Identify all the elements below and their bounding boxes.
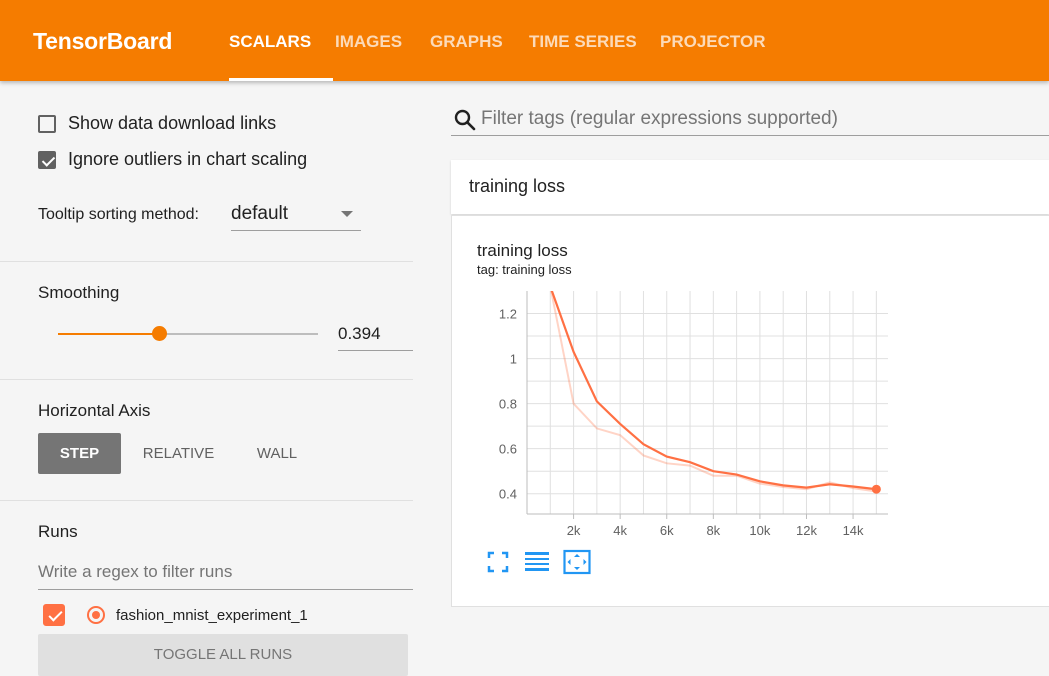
top-app-bar: TensorBoard SCALARS IMAGES GRAPHS TIME S… bbox=[0, 0, 1049, 81]
axis-wall-button[interactable]: WALL bbox=[243, 433, 311, 474]
y-tick-label: 1 bbox=[510, 352, 517, 367]
axis-step-button[interactable]: STEP bbox=[38, 433, 121, 474]
checkbox-unchecked-icon[interactable] bbox=[38, 114, 56, 133]
run-color-radio-icon[interactable] bbox=[87, 606, 105, 624]
checkbox-checked-icon[interactable] bbox=[38, 150, 56, 169]
chart-tag: tag: training loss bbox=[477, 262, 572, 277]
scalar-chart[interactable]: 0.4 0.6 0.8 1 1.2 2k 4k 6k 8k 10k 12k 14k bbox=[470, 285, 895, 545]
runs-title: Runs bbox=[38, 522, 78, 541]
category-header[interactable]: training loss bbox=[451, 160, 1049, 214]
run-checkbox-checked-icon[interactable] bbox=[43, 604, 65, 626]
axis-relative-button[interactable]: RELATIVE bbox=[133, 433, 224, 474]
data-table-icon[interactable] bbox=[523, 548, 551, 576]
horizontal-axis-title: Horizontal Axis bbox=[38, 401, 151, 420]
y-tick-label: 0.4 bbox=[499, 487, 517, 502]
tooltip-sorting-label: Tooltip sorting method: bbox=[38, 206, 199, 223]
show-download-links-checkbox[interactable]: Show data download links bbox=[38, 113, 276, 134]
run-name: fashion_mnist_experiment_1 bbox=[116, 606, 308, 624]
ignore-outliers-checkbox[interactable]: Ignore outliers in chart scaling bbox=[38, 149, 307, 170]
x-tick-label: 2k bbox=[567, 523, 581, 538]
smoothing-slider[interactable] bbox=[58, 326, 318, 341]
smoothing-value-input[interactable]: 0.394 bbox=[338, 320, 413, 351]
tag-filter-placeholder: Filter tags (regular expressions support… bbox=[481, 108, 838, 129]
tab-images[interactable]: IMAGES bbox=[335, 32, 402, 52]
y-tick-label: 0.8 bbox=[499, 397, 517, 412]
run-item[interactable]: fashion_mnist_experiment_1 bbox=[43, 604, 308, 626]
section-divider bbox=[0, 500, 413, 501]
category-title: training loss bbox=[469, 176, 566, 196]
smoothing-slider-thumb[interactable] bbox=[152, 326, 168, 341]
fit-domain-icon[interactable] bbox=[484, 548, 512, 576]
x-tick-label: 14k bbox=[843, 523, 864, 538]
toggle-all-runs-button[interactable]: TOGGLE ALL RUNS bbox=[38, 634, 408, 676]
x-tick-label: 4k bbox=[613, 523, 627, 538]
tag-filter-input[interactable]: Filter tags (regular expressions support… bbox=[451, 104, 1049, 136]
active-tab-indicator bbox=[229, 78, 333, 81]
tooltip-sorting-select[interactable]: default bbox=[231, 199, 361, 231]
tab-time-series[interactable]: TIME SERIES bbox=[529, 32, 637, 52]
x-tick-label: 12k bbox=[796, 523, 817, 538]
last-point-marker bbox=[871, 484, 881, 494]
section-divider bbox=[0, 379, 413, 380]
section-divider bbox=[0, 261, 413, 262]
smoothing-title: Smoothing bbox=[38, 283, 120, 302]
smoothing-value: 0.394 bbox=[338, 324, 381, 343]
ignore-outliers-label: Ignore outliers in chart scaling bbox=[68, 149, 308, 169]
search-icon bbox=[454, 109, 476, 131]
tooltip-sorting-value: default bbox=[231, 203, 289, 224]
smoothing-slider-fill bbox=[58, 333, 161, 335]
app-title: TensorBoard bbox=[33, 28, 173, 54]
x-tick-label: 8k bbox=[706, 523, 720, 538]
runs-filter-placeholder: Write a regex to filter runs bbox=[38, 562, 233, 581]
y-tick-label: 0.6 bbox=[499, 442, 517, 457]
tab-graphs[interactable]: GRAPHS bbox=[430, 32, 503, 52]
sidebar: Show data download links Ignore outliers… bbox=[0, 81, 413, 676]
expand-chart-icon[interactable] bbox=[563, 548, 591, 576]
chart-title: training loss bbox=[477, 241, 568, 260]
tab-projector[interactable]: PROJECTOR bbox=[660, 32, 766, 52]
x-tick-label: 6k bbox=[660, 523, 674, 538]
y-tick-label: 1.2 bbox=[499, 307, 517, 322]
show-download-links-label: Show data download links bbox=[68, 113, 277, 133]
tab-scalars[interactable]: SCALARS bbox=[229, 32, 311, 52]
runs-filter-input[interactable]: Write a regex to filter runs bbox=[38, 559, 413, 590]
x-tick-label: 10k bbox=[749, 523, 770, 538]
dropdown-arrow-icon bbox=[341, 211, 353, 217]
